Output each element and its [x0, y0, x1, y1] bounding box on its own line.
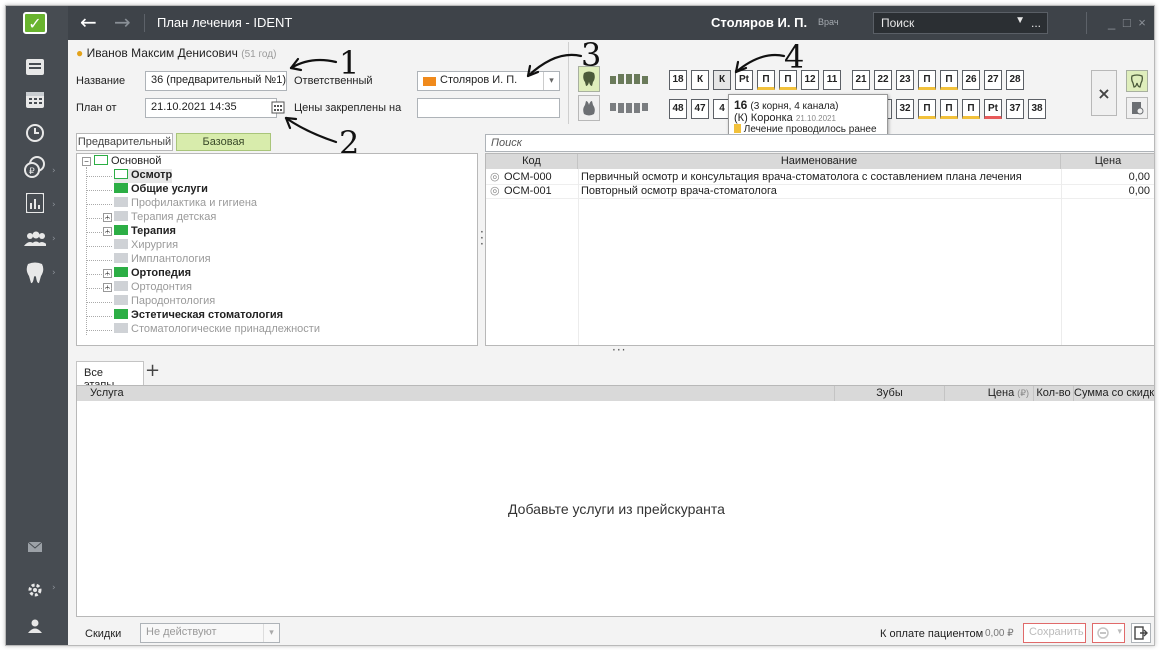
folder-icon: [114, 281, 128, 291]
tree-item[interactable]: Осмотр: [114, 169, 173, 183]
tab-all-stages[interactable]: Все этапы: [76, 361, 144, 391]
app-window: ✓ ₽ › › › › › ← → План лечения - IDENT С…: [5, 5, 1155, 646]
col-qty[interactable]: Кол-во: [1034, 386, 1074, 401]
col-price[interactable]: Цена: [1061, 154, 1154, 169]
tooth-icon[interactable]: [24, 262, 46, 284]
tree-root[interactable]: Основной: [94, 155, 161, 169]
price-row-code[interactable]: OCM-001: [504, 184, 552, 198]
folder-icon: [114, 197, 128, 207]
gear-icon[interactable]: [24, 579, 46, 601]
report-icon[interactable]: [24, 192, 46, 214]
price-row-code[interactable]: OCM-000: [504, 170, 552, 184]
folder-icon: [114, 211, 128, 221]
tree-item[interactable]: Ортодонтия: [114, 281, 192, 295]
col-name[interactable]: Наименование: [578, 154, 1061, 169]
discount-label: Скидки: [85, 628, 122, 640]
price-search-input[interactable]: Поиск: [485, 134, 1154, 152]
tab-base[interactable]: Базовая: [176, 133, 271, 151]
col-teeth[interactable]: Зубы: [835, 386, 945, 401]
col-sum[interactable]: Сумма со скидкой (₽): [1074, 386, 1154, 401]
annotation-4: 4: [784, 38, 805, 76]
chevron-down-icon[interactable]: ▾: [1117, 626, 1122, 637]
chevron-right-icon: ›: [52, 268, 56, 278]
service-type-icon: ◎: [490, 185, 500, 197]
tree-item[interactable]: Общие услуги: [114, 183, 208, 197]
collapse-icon[interactable]: −: [82, 157, 91, 166]
svg-text:₽: ₽: [29, 166, 35, 176]
annotation-1: 1: [339, 44, 360, 82]
price-list-table: Код Наименование Цена ◎ OCM-000 Первичный …: [485, 153, 1154, 346]
add-stage-button[interactable]: +: [145, 360, 160, 381]
price-row-price: 0,00: [1128, 171, 1150, 183]
exit-button[interactable]: [1131, 623, 1151, 643]
empty-state-text: Добавьте услуги из прейскуранта: [508, 501, 725, 517]
horizontal-splitter[interactable]: ···: [612, 343, 626, 357]
services-table: Услуга Зубы Цена (₽) Кол-во Сумма со ски…: [76, 385, 1154, 617]
folder-icon: [94, 155, 108, 165]
chevron-right-icon: ›: [52, 200, 56, 210]
tab-preliminary[interactable]: Предварительный: [76, 133, 173, 151]
price-row-price: 0,00: [1128, 185, 1150, 197]
folder-icon: [114, 169, 128, 179]
price-category-tree: − Основной Осмотр Общие услуги Профилактик…: [76, 153, 478, 346]
tree-item[interactable]: Терапия: [114, 225, 176, 239]
tree-item[interactable]: Профилактика и гигиена: [114, 197, 257, 211]
tree-item[interactable]: Эстетическая стоматология: [114, 309, 283, 323]
tree-item[interactable]: Пародонтология: [114, 295, 215, 309]
users-icon[interactable]: [24, 228, 46, 250]
tree-item[interactable]: Имплантология: [114, 253, 211, 267]
tree-item[interactable]: Ортопедия: [114, 267, 191, 281]
save-button[interactable]: Сохранить: [1023, 623, 1086, 643]
annotation-3: 3: [581, 36, 602, 74]
vertical-splitter[interactable]: · · ·: [480, 226, 484, 250]
chevron-right-icon: ›: [52, 583, 56, 593]
service-type-icon: ◎: [490, 171, 500, 183]
price-row-name[interactable]: Повторный осмотр врача-стоматолога: [581, 184, 777, 198]
tree-item[interactable]: Стоматологические принадлежности: [114, 323, 320, 337]
folder-icon: [114, 253, 128, 263]
folder-icon: [114, 267, 128, 277]
col-service[interactable]: Услуга: [77, 386, 835, 401]
folder-icon: [114, 239, 128, 249]
col-code[interactable]: Код: [486, 154, 578, 169]
person-icon[interactable]: [24, 615, 46, 637]
folder-icon: [114, 183, 128, 193]
col-price[interactable]: Цена (₽): [945, 386, 1034, 401]
print-button[interactable]: ▾: [1092, 623, 1125, 643]
price-row-name[interactable]: Первичный осмотр и консультация врача-ст…: [581, 170, 1022, 184]
discount-select[interactable]: Не действуют ▾: [140, 623, 280, 643]
folder-icon: [114, 295, 128, 305]
to-pay-label: К оплате пациентом: [880, 628, 984, 640]
folder-icon: [114, 309, 128, 319]
folder-icon: [114, 225, 128, 235]
tree-item[interactable]: Терапия детская: [114, 211, 216, 225]
folder-icon: [114, 323, 128, 333]
chevron-right-icon: ›: [52, 234, 56, 244]
mail-icon[interactable]: [24, 536, 46, 558]
chevron-down-icon[interactable]: ▾: [263, 624, 279, 642]
chevron-right-icon: ›: [52, 166, 56, 176]
tree-item[interactable]: Хирургия: [114, 239, 178, 253]
to-pay-value: 0,00 ₽: [985, 628, 1014, 639]
footer-bar: Скидки Не действуют ▾ К оплате пациентом…: [76, 620, 1154, 645]
